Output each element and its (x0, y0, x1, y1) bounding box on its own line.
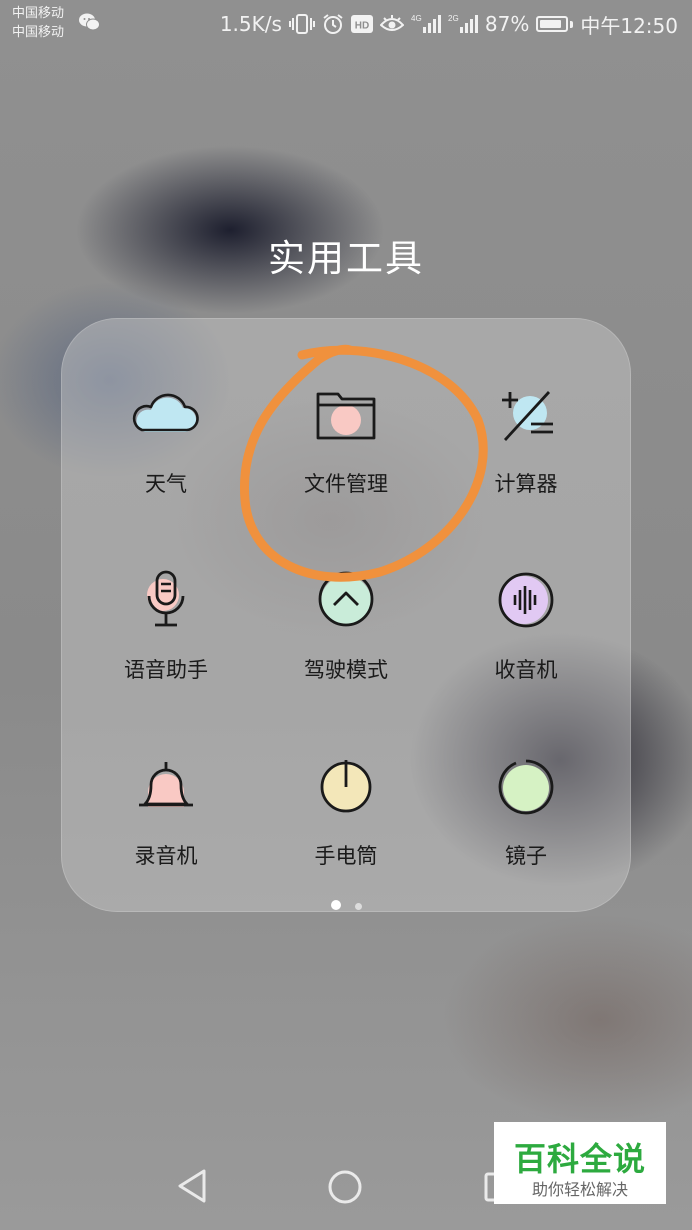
watermark-logo: 百科全说 助你轻松解决 (494, 1122, 666, 1204)
watermark-title: 百科全说 (513, 1140, 646, 1178)
watermark-subtitle: 助你轻松解决 (531, 1180, 628, 1199)
back-triangle-icon[interactable] (176, 1168, 208, 1204)
annotation-circle (239, 344, 488, 582)
home-circle-icon[interactable] (328, 1170, 362, 1204)
